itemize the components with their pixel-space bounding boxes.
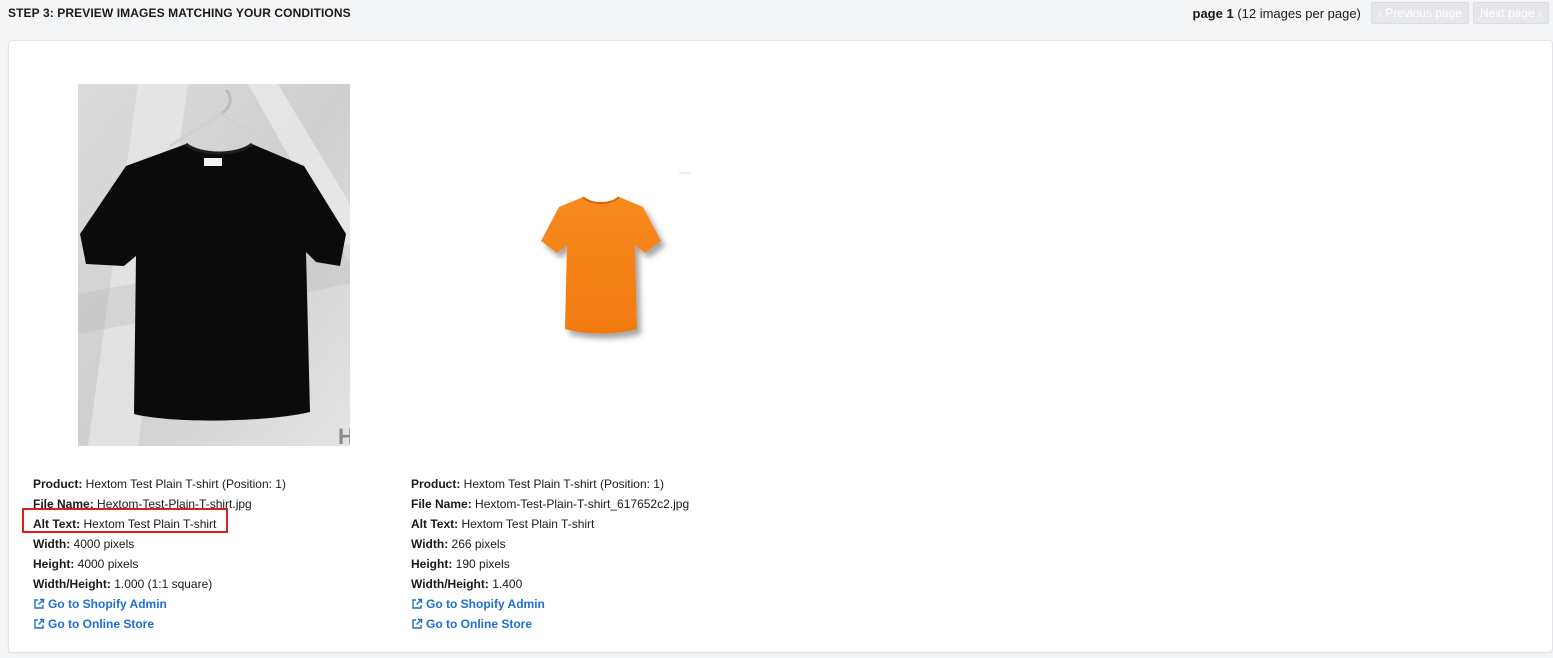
width-row: Width: 4000 pixels [33, 537, 135, 551]
step-title: STEP 3: PREVIEW IMAGES MATCHING YOUR CON… [8, 6, 351, 20]
ratio-row: Width/Height: 1.000 (1:1 square) [33, 577, 213, 591]
shopify-admin-link[interactable]: Go to Shopify Admin [33, 594, 393, 614]
width-row: Width: 266 pixels [411, 537, 506, 551]
ratio-row: Width/Height: 1.400 [411, 577, 523, 591]
next-page-label: Next page [1479, 6, 1535, 20]
external-link-icon [412, 598, 423, 609]
page-indicator: page 1 (12 images per page) [1193, 6, 1361, 21]
image-details: Product: Hextom Test Plain T-shirt (Posi… [33, 474, 393, 634]
chevron-left-icon: ‹ [1377, 5, 1383, 21]
image-watermark: H [338, 424, 350, 446]
product-row: Product: Hextom Test Plain T-shirt (Posi… [33, 477, 286, 491]
pagination: page 1 (12 images per page) ‹ Previous p… [1193, 2, 1549, 24]
previous-page-label: Previous page [1385, 6, 1462, 20]
external-link-icon [412, 618, 423, 629]
online-store-link[interactable]: Go to Online Store [33, 614, 393, 634]
height-row: Height: 4000 pixels [33, 557, 139, 571]
product-image-orange-tshirt[interactable] [511, 161, 723, 351]
alt-text-highlight-box [22, 508, 228, 533]
chevron-right-icon: › [1537, 5, 1542, 21]
product-image-black-tshirt[interactable]: H [78, 84, 354, 449]
image-details: Product: Hextom Test Plain T-shirt (Posi… [411, 474, 771, 634]
images-per-page: (12 images per page) [1233, 5, 1361, 21]
height-row: Height: 190 pixels [411, 557, 510, 571]
file-name-row: File Name: Hextom-Test-Plain-T-shirt_617… [411, 497, 690, 511]
online-store-link[interactable]: Go to Online Store [411, 614, 771, 634]
external-link-icon [34, 598, 45, 609]
external-link-icon [34, 618, 45, 629]
top-bar: STEP 3: PREVIEW IMAGES MATCHING YOUR CON… [0, 0, 1553, 26]
product-row: Product: Hextom Test Plain T-shirt (Posi… [411, 477, 664, 491]
alt-text-row: Alt Text: Hextom Test Plain T-shirt [411, 517, 595, 531]
shopify-admin-link[interactable]: Go to Shopify Admin [411, 594, 771, 614]
preview-panel: H Product: Hextom Test Plain T-shirt (Po… [8, 40, 1553, 653]
page-number: page 1 [1192, 5, 1234, 21]
next-page-button[interactable]: Next page › [1472, 2, 1549, 24]
previous-page-button[interactable]: ‹ Previous page [1370, 2, 1469, 24]
